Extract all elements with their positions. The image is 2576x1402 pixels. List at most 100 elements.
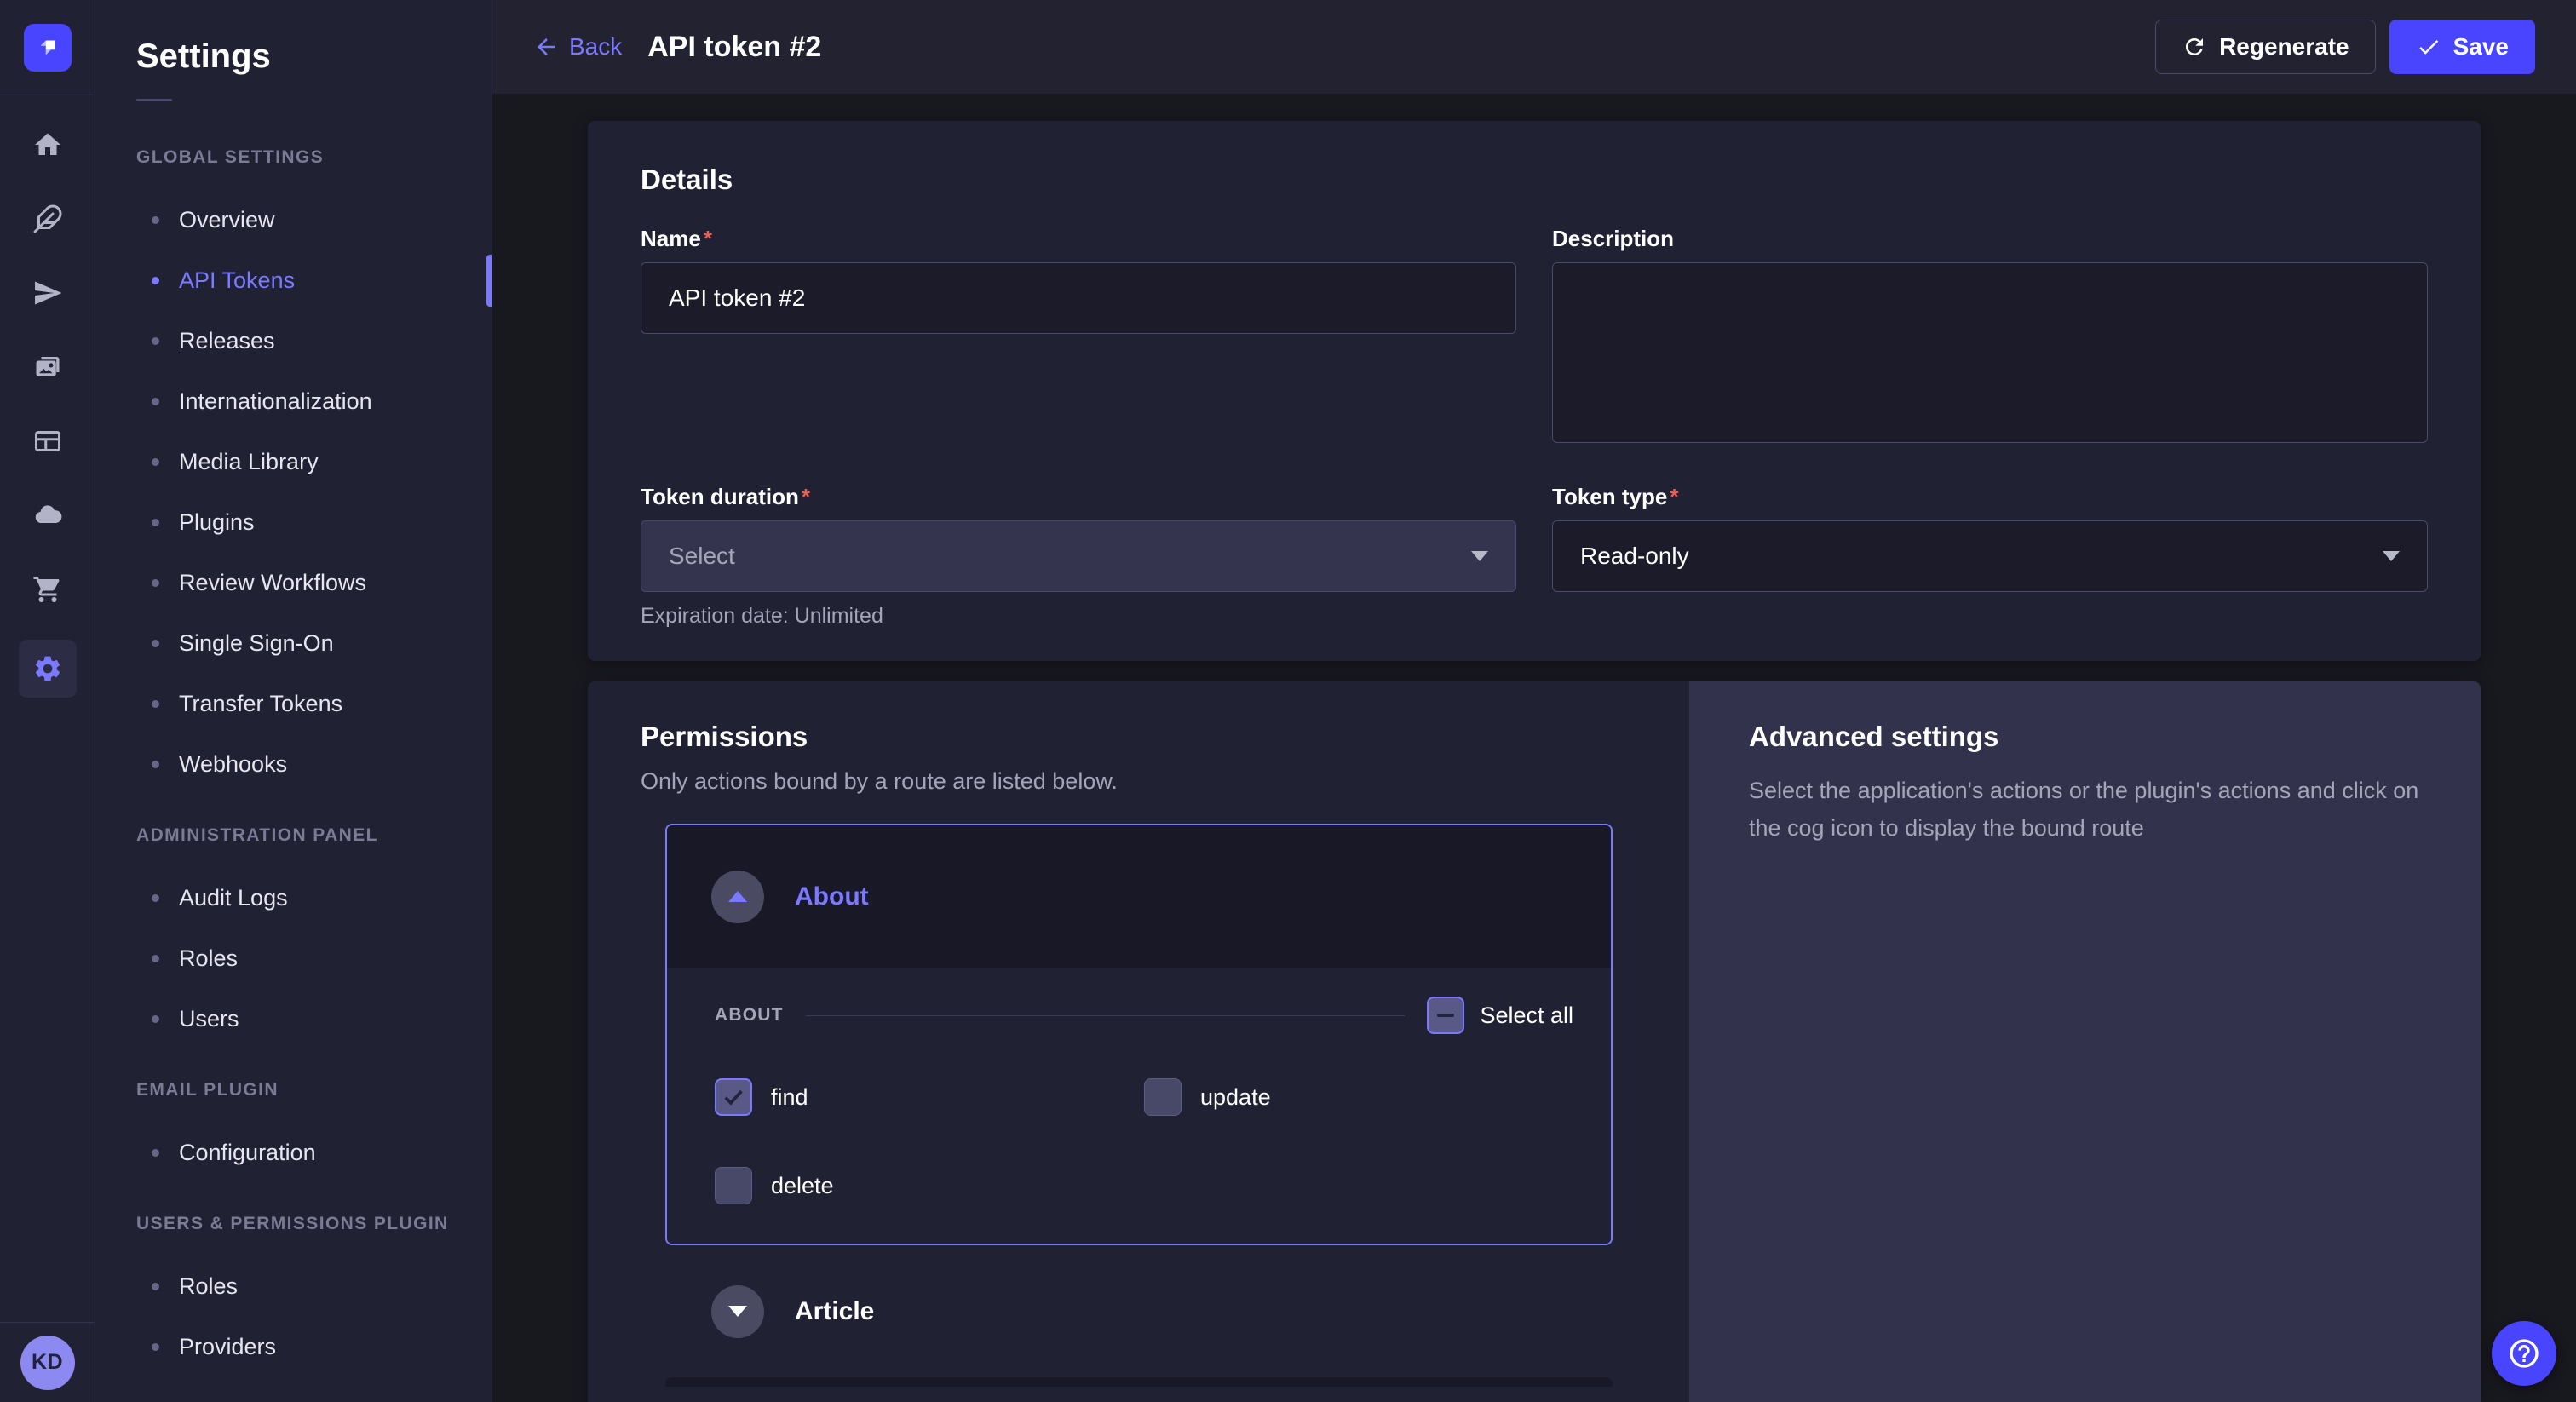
triangle-down-icon — [728, 1306, 747, 1317]
bullet-icon — [152, 1015, 159, 1023]
sidebar-item-up-providers[interactable]: Providers — [95, 1317, 492, 1377]
expand-toggle-icon[interactable] — [711, 1285, 764, 1338]
accordion-about-title: About — [795, 882, 869, 911]
email-plugin-list: Configuration — [95, 1123, 492, 1183]
rail-icon-list — [19, 95, 77, 698]
content-manager-feather-icon[interactable] — [24, 195, 72, 243]
bullet-icon — [152, 458, 159, 466]
regenerate-label: Regenerate — [2219, 33, 2349, 60]
sidebar-item-review-workflows[interactable]: Review Workflows — [95, 553, 492, 613]
bullet-icon — [152, 1283, 159, 1290]
rail-footer: KD — [0, 1322, 95, 1402]
refresh-icon — [2182, 34, 2207, 60]
permissions-title: Permissions — [641, 721, 1613, 753]
bullet-icon — [152, 519, 159, 526]
logo-cell — [0, 0, 95, 95]
media-library-icon[interactable] — [24, 343, 72, 391]
strapi-logo-icon[interactable] — [24, 24, 72, 72]
select-all-checkbox[interactable] — [1427, 997, 1464, 1034]
bullet-icon — [152, 761, 159, 768]
find-checkbox[interactable] — [715, 1078, 752, 1116]
details-card: Details Name* Description Token duration… — [588, 121, 2481, 661]
main-area: Back API token #2 Regenerate Save Detail… — [492, 0, 2576, 1402]
bullet-icon — [152, 277, 159, 284]
nav-rail: KD — [0, 0, 95, 1402]
token-duration-select[interactable]: Select — [641, 520, 1516, 592]
required-asterisk: * — [704, 226, 712, 251]
topbar: Back API token #2 Regenerate Save — [492, 0, 2576, 94]
sidebar-item-admin-roles[interactable]: Roles — [95, 928, 492, 989]
sidebar-item-media-library[interactable]: Media Library — [95, 432, 492, 492]
required-asterisk: * — [802, 484, 810, 509]
settings-gear-icon[interactable] — [19, 640, 77, 698]
bullet-icon — [152, 894, 159, 902]
token-type-label: Token type* — [1552, 485, 2428, 509]
accordion-article-title: Article — [795, 1297, 874, 1326]
layout-icon[interactable] — [24, 417, 72, 465]
cloud-icon[interactable] — [24, 491, 72, 539]
save-label: Save — [2453, 33, 2509, 60]
sidebar-title: Settings — [95, 36, 492, 77]
select-all-label: Select all — [1480, 1003, 1573, 1029]
update-checkbox[interactable] — [1144, 1078, 1182, 1116]
token-duration-value: Select — [669, 543, 735, 570]
help-circle-icon — [2507, 1336, 2541, 1370]
advanced-settings-panel: Advanced settings Select the application… — [1689, 681, 2481, 1402]
home-icon[interactable] — [24, 121, 72, 169]
sidebar-item-api-tokens[interactable]: API Tokens — [95, 250, 492, 311]
advanced-settings-title: Advanced settings — [1749, 721, 2426, 753]
group-divider — [806, 1015, 1406, 1016]
section-label-global-settings: GLOBAL SETTINGS — [95, 146, 492, 170]
sidebar-item-single-sign-on[interactable]: Single Sign-On — [95, 613, 492, 674]
description-label: Description — [1552, 227, 2428, 250]
triangle-up-icon — [728, 891, 747, 902]
regenerate-button[interactable]: Regenerate — [2155, 20, 2376, 74]
sidebar-item-overview[interactable]: Overview — [95, 190, 492, 250]
chevron-down-icon — [2383, 551, 2400, 561]
sidebar-item-releases[interactable]: Releases — [95, 311, 492, 371]
sidebar-item-transfer-tokens[interactable]: Transfer Tokens — [95, 674, 492, 734]
topbar-actions: Regenerate Save — [2155, 20, 2535, 74]
next-accordion-partial — [665, 1377, 1613, 1387]
token-type-select[interactable]: Read-only — [1552, 520, 2428, 592]
accordion-about-body: ABOUT Select all — [667, 968, 1611, 1244]
delete-checkbox[interactable] — [715, 1167, 752, 1204]
name-label: Name* — [641, 227, 1516, 250]
name-input[interactable] — [641, 262, 1516, 334]
about-group-label: ABOUT — [715, 1005, 784, 1026]
bullet-icon — [152, 955, 159, 962]
bullet-icon — [152, 579, 159, 587]
sidebar-item-up-roles[interactable]: Roles — [95, 1256, 492, 1317]
token-type-field-group: Token type* Read-only — [1552, 485, 2428, 629]
help-button[interactable] — [2492, 1321, 2556, 1386]
about-actions-grid: find update — [715, 1078, 1573, 1204]
section-label-users-permissions-plugin: USERS & PERMISSIONS PLUGIN — [95, 1212, 492, 1236]
delete-label: delete — [771, 1173, 834, 1199]
paper-plane-icon[interactable] — [24, 269, 72, 317]
global-settings-list: Overview API Tokens Releases Internation… — [95, 190, 492, 795]
bullet-icon — [152, 1343, 159, 1351]
action-find: find — [715, 1078, 1144, 1116]
sidebar-item-admin-users[interactable]: Users — [95, 989, 492, 1049]
page-title: API token #2 — [647, 31, 821, 64]
sidebar-item-internationalization[interactable]: Internationalization — [95, 371, 492, 432]
description-field-group: Description — [1552, 227, 2428, 447]
details-title: Details — [641, 164, 2428, 196]
accordion-about: About ABOUT Select all — [665, 824, 1613, 1245]
back-button[interactable]: Back — [533, 33, 622, 60]
marketplace-cart-icon[interactable] — [24, 566, 72, 613]
sidebar-item-plugins[interactable]: Plugins — [95, 492, 492, 553]
sidebar-item-email-configuration[interactable]: Configuration — [95, 1123, 492, 1183]
accordion-about-header[interactable]: About — [667, 825, 1611, 968]
token-duration-field-group: Token duration* Select Expiration date: … — [641, 485, 1516, 629]
expiration-hint: Expiration date: Unlimited — [641, 604, 1516, 629]
sidebar-item-audit-logs[interactable]: Audit Logs — [95, 868, 492, 928]
sidebar-item-webhooks[interactable]: Webhooks — [95, 734, 492, 795]
accordion-article-header[interactable]: Article — [665, 1245, 1613, 1377]
find-label: find — [771, 1084, 808, 1111]
collapse-toggle-icon[interactable] — [711, 871, 764, 923]
description-textarea[interactable] — [1552, 262, 2428, 443]
user-avatar[interactable]: KD — [20, 1336, 75, 1390]
indeterminate-dash-icon — [1437, 1014, 1454, 1017]
save-button[interactable]: Save — [2389, 20, 2535, 74]
